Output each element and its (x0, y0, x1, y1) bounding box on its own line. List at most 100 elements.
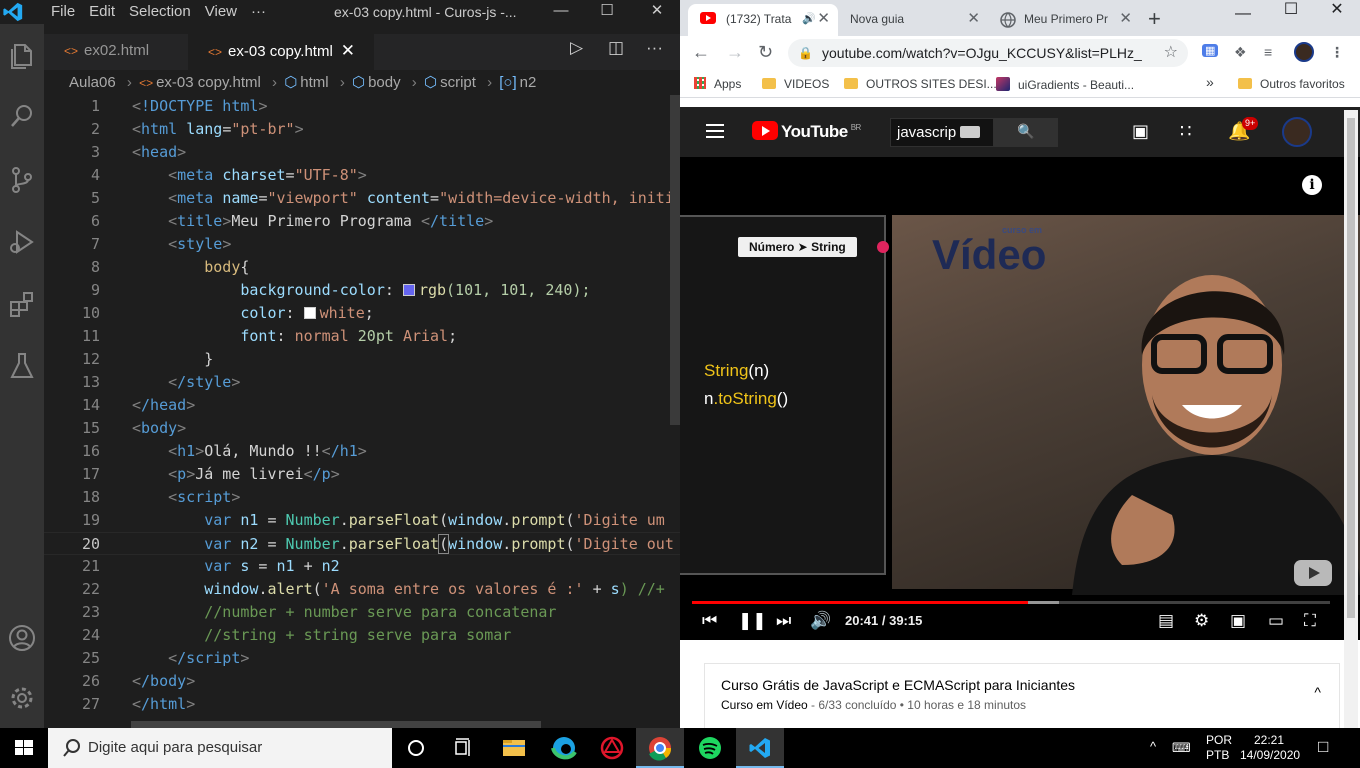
close-window-button[interactable]: ✕ (634, 0, 680, 24)
more-actions-icon[interactable]: ··· (646, 38, 663, 62)
pause-icon[interactable]: ❚❚ (738, 611, 767, 631)
menu-view[interactable]: View (198, 2, 244, 22)
start-button[interactable] (0, 728, 48, 768)
breadcrumb-script[interactable]: script (440, 74, 476, 91)
code-line[interactable]: 6 <title>Meu Primero Programa </title> (44, 210, 680, 233)
editor-vertical-scrollbar[interactable] (670, 95, 680, 425)
code-line[interactable]: 26 </body> (44, 670, 680, 693)
breadcrumb-file[interactable]: ex-03 copy.html (156, 74, 261, 91)
bookmark-outros-sites[interactable]: OUTROS SITES DESI... (844, 77, 997, 91)
code-line-current[interactable]: 20 var n2 = Number.parseFloat(window.pro… (44, 532, 680, 555)
bookmark-videos[interactable]: VIDEOS (762, 77, 829, 91)
menu-more[interactable]: ··· (244, 2, 273, 22)
minimize-button[interactable]: — (538, 0, 584, 24)
extension-icon[interactable]: ▦ (1202, 44, 1219, 57)
menu-selection[interactable]: Selection (122, 2, 198, 22)
close-tab-icon[interactable]: ✕ (817, 5, 830, 33)
code-line[interactable]: 19 var n1 = Number.parseFloat(window.pro… (44, 509, 680, 532)
chevron-up-icon[interactable]: ^ (1314, 684, 1321, 700)
code-line[interactable]: 16 <h1>Olá, Mundo !!</h1> (44, 440, 680, 463)
lock-icon[interactable]: 🔒 (798, 39, 813, 67)
show-hidden-icons-icon[interactable]: ^ (1150, 739, 1156, 754)
previous-icon[interactable]: ⏮ (702, 611, 717, 631)
new-tab-button[interactable]: + (1148, 6, 1161, 32)
extensions-puzzle-icon[interactable]: ❖ (1234, 44, 1247, 61)
game-app-icon[interactable] (588, 728, 636, 768)
breadcrumb-folder[interactable]: Aula06 (69, 74, 116, 91)
youtube-search-button[interactable]: 🔍 (994, 118, 1058, 147)
chrome-taskbar-icon[interactable] (636, 728, 684, 768)
account-icon[interactable] (6, 622, 38, 654)
color-swatch[interactable] (303, 307, 316, 319)
playlist-panel[interactable]: Curso Grátis de JavaScript e ECMAScript … (704, 663, 1340, 728)
create-video-icon[interactable]: ▣ (1132, 121, 1149, 142)
reload-icon[interactable]: ↻ (758, 42, 773, 63)
taskbar-search[interactable]: Digite aqui para pesquisar (48, 728, 392, 768)
code-line[interactable]: 5 <meta name="viewport" content="width=d… (44, 187, 680, 210)
chrome-menu-icon[interactable]: ⋮ (1330, 44, 1344, 61)
profile-avatar[interactable] (1294, 42, 1314, 62)
tab-nova-guia[interactable]: Nova guia ✕ (840, 4, 988, 36)
code-line[interactable]: 27 </html> (44, 693, 680, 716)
youtube-watermark-icon[interactable] (1294, 560, 1332, 586)
progress-bar[interactable] (692, 601, 1330, 604)
code-line[interactable]: 24 //string + string serve para somar (44, 624, 680, 647)
code-line[interactable]: 7 <style> (44, 233, 680, 256)
forward-arrow-icon[interactable]: → (726, 42, 744, 63)
extensions-icon[interactable] (6, 288, 38, 320)
next-icon[interactable]: ⏭ (776, 611, 791, 631)
tab-youtube[interactable]: (1732) Trata 🔊 ✕ (688, 4, 838, 36)
explorer-icon[interactable] (6, 40, 38, 72)
fullscreen-icon[interactable]: ⛶ (1304, 611, 1316, 631)
breadcrumb-variable[interactable]: n2 (520, 74, 537, 91)
search-icon[interactable] (6, 100, 38, 132)
tab-ex03-copy[interactable]: <> ex-03 copy.html ✕ (188, 34, 374, 70)
code-line[interactable]: 10 color: white; (44, 302, 680, 325)
video-player[interactable]: Número ➤ String String(n) n.toString() c… (680, 157, 1360, 640)
back-arrow-icon[interactable]: ← (692, 42, 710, 63)
breadcrumb-body[interactable]: body (368, 74, 401, 91)
testing-flask-icon[interactable] (6, 350, 38, 382)
keyboard-icon[interactable] (960, 126, 980, 138)
close-tab-icon[interactable]: ✕ (967, 5, 980, 33)
more-bookmarks-icon[interactable]: » (1206, 74, 1214, 90)
code-line[interactable]: 15 <body> (44, 417, 680, 440)
address-bar[interactable]: 🔒 youtube.com/watch?v=OJgu_KCCUSY&list=P… (788, 39, 1188, 67)
code-line[interactable]: 22 window.alert('A soma entre os valores… (44, 578, 680, 601)
volume-icon[interactable]: 🔊 (810, 611, 831, 631)
clock[interactable]: 22:21 14/09/2020 (1240, 733, 1300, 763)
code-line[interactable]: 1 <!DOCTYPE html> (44, 95, 680, 118)
close-tab-icon[interactable]: ✕ (341, 41, 355, 60)
bookmark-star-icon[interactable]: ☆ (1164, 39, 1178, 67)
input-language[interactable]: POR PTB (1206, 733, 1232, 763)
code-line[interactable]: 11 font: normal 20pt Arial; (44, 325, 680, 348)
cortana-icon[interactable] (392, 728, 440, 768)
code-line[interactable]: 9 background-color: rgb(101, 101, 240); (44, 279, 680, 302)
maximize-button[interactable]: ☐ (584, 0, 630, 24)
code-line[interactable]: 2 <html lang="pt-br"> (44, 118, 680, 141)
theater-mode-icon[interactable]: ▭ (1268, 611, 1284, 631)
run-debug-icon[interactable] (6, 226, 38, 258)
bookmark-apps[interactable]: Apps (694, 77, 741, 91)
code-line[interactable]: 13 </style> (44, 371, 680, 394)
editor-horizontal-scrollbar[interactable] (131, 721, 541, 728)
vscode-taskbar-icon[interactable] (736, 728, 784, 768)
code-line[interactable]: 12 } (44, 348, 680, 371)
file-explorer-icon[interactable] (490, 728, 538, 768)
code-line[interactable]: 4 <meta charset="UTF-8"> (44, 164, 680, 187)
source-control-icon[interactable] (6, 164, 38, 196)
hamburger-menu-icon[interactable] (706, 124, 724, 142)
page-scrollbar[interactable] (1344, 110, 1358, 728)
minimize-button[interactable]: — (1220, 4, 1266, 32)
breadcrumb-html[interactable]: html (300, 74, 328, 91)
code-line[interactable]: 17 <p>Já me livrei</p> (44, 463, 680, 486)
audio-playing-icon[interactable]: 🔊 (802, 5, 816, 33)
close-window-button[interactable]: ✕ (1314, 0, 1360, 28)
code-line[interactable]: 8 body{ (44, 256, 680, 279)
video-info-icon[interactable]: i (1302, 175, 1322, 195)
subtitles-icon[interactable]: ▤ (1158, 611, 1174, 631)
maximize-button[interactable]: ☐ (1268, 0, 1314, 28)
code-line[interactable]: 25 </script> (44, 647, 680, 670)
menu-file[interactable]: File (44, 2, 82, 22)
task-view-icon[interactable] (440, 728, 488, 768)
